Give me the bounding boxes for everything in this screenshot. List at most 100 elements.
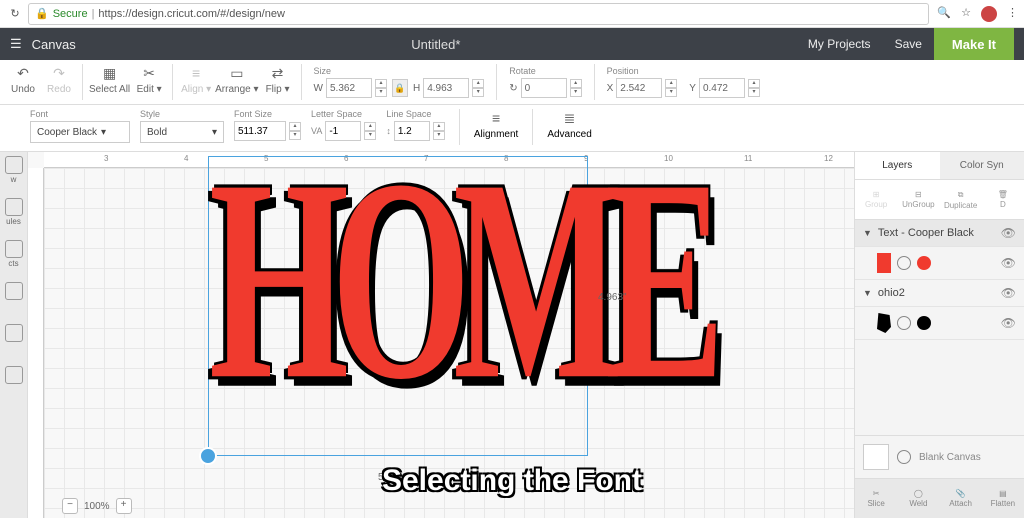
weld-button[interactable]: ◯Weld: [897, 479, 939, 518]
rotate-spinner[interactable]: ▴▾: [570, 79, 582, 97]
tab-layers[interactable]: Layers: [855, 152, 940, 179]
group-icon: ⊞: [873, 190, 880, 199]
main-toolbar: ↶Undo ↷Redo ▦Select All ✂Edit ▾ ≡Align ▾…: [0, 60, 1024, 105]
collapse-icon[interactable]: ▼: [863, 228, 872, 238]
align-icon: ≡: [187, 64, 205, 82]
font-size-input[interactable]: 511.37: [234, 121, 286, 141]
blank-canvas-row[interactable]: Blank Canvas: [855, 435, 1024, 478]
ruler-vertical: [28, 168, 44, 518]
layer-item-ohio[interactable]: ▼ ohio2 👁: [855, 280, 1024, 307]
profile-avatar[interactable]: [981, 6, 997, 22]
blank-canvas-swatch[interactable]: [863, 444, 889, 470]
reload-icon[interactable]: ↻: [6, 5, 24, 23]
design-text[interactable]: HOME: [209, 157, 587, 402]
height-input[interactable]: 4.963: [423, 78, 469, 98]
select-all-icon: ▦: [101, 64, 119, 82]
flatten-button[interactable]: ▤Flatten: [982, 479, 1024, 518]
width-spinner[interactable]: ▴▾: [375, 79, 387, 97]
layer-swatch: [877, 253, 891, 273]
left-tool-4[interactable]: [3, 282, 25, 312]
slice-button[interactable]: ✂Slice: [855, 479, 897, 518]
attach-button[interactable]: 📎Attach: [940, 479, 982, 518]
height-spinner[interactable]: ▴▾: [472, 79, 484, 97]
menu-icon[interactable]: ⋮: [1007, 6, 1018, 22]
size-group: Size W 5.362 ▴▾ 🔒 H 4.963 ▴▾: [308, 64, 491, 100]
left-tool-2[interactable]: ules: [3, 198, 25, 228]
layer-child-ohio[interactable]: 👁: [855, 307, 1024, 340]
attach-icon: 📎: [956, 489, 966, 498]
line-space-spinner[interactable]: ▴▾: [433, 122, 445, 140]
slice-icon: ✂: [873, 489, 880, 498]
make-it-button[interactable]: Make It: [934, 28, 1014, 60]
edit-button[interactable]: ✂Edit ▾: [132, 64, 166, 95]
visibility-icon[interactable]: 👁: [1001, 226, 1016, 240]
left-tool-3[interactable]: cts: [3, 240, 25, 270]
x-input[interactable]: 2.542: [616, 78, 662, 98]
letter-space-input[interactable]: -1: [325, 121, 361, 141]
delete-button[interactable]: 🗑D: [982, 180, 1024, 219]
style-dropdown[interactable]: Bold▾: [140, 121, 224, 143]
flatten-icon: ▤: [999, 489, 1007, 498]
layer-swatch: [877, 313, 891, 333]
width-input[interactable]: 5.362: [326, 78, 372, 98]
my-projects-button[interactable]: My Projects: [796, 31, 883, 57]
color-dot[interactable]: [917, 316, 931, 330]
collapse-icon[interactable]: ▼: [863, 288, 872, 298]
color-dot[interactable]: [917, 256, 931, 270]
lock-aspect-icon[interactable]: 🔒: [392, 79, 408, 97]
ungroup-button[interactable]: ⊟UnGroup: [897, 180, 939, 219]
star-icon[interactable]: ☆: [961, 6, 971, 22]
visibility-icon[interactable]: 👁: [1001, 316, 1016, 330]
document-title: Untitled*: [76, 37, 796, 52]
hamburger-icon[interactable]: ☰: [10, 36, 22, 52]
left-tool-1[interactable]: w: [3, 156, 25, 186]
tab-color-sync[interactable]: Color Syn: [940, 152, 1024, 179]
arrange-icon: ▭: [228, 64, 246, 82]
height-dimension: 4.963": [598, 292, 627, 303]
letter-space-spinner[interactable]: ▴▾: [364, 122, 376, 140]
blank-canvas-icon: [897, 450, 911, 464]
font-size-spinner[interactable]: ▴▾: [289, 122, 301, 140]
linetype-icon[interactable]: [897, 316, 911, 330]
y-input[interactable]: 0.472: [699, 78, 745, 98]
visibility-icon[interactable]: 👁: [1001, 286, 1016, 300]
browser-address-bar: ↻ 🔒 Secure | https://design.cricut.com/#…: [0, 0, 1024, 28]
left-tool-5[interactable]: [3, 324, 25, 354]
position-group: Position X 2.542 ▴▾ Y 0.472 ▴▾: [601, 64, 766, 100]
y-spinner[interactable]: ▴▾: [748, 79, 760, 97]
selected-text-object[interactable]: HOME: [208, 156, 588, 456]
redo-button: ↷Redo: [42, 64, 76, 95]
duplicate-button[interactable]: ⧉Duplicate: [940, 180, 982, 219]
left-tool-6[interactable]: [3, 366, 25, 396]
arrange-button[interactable]: ▭Arrange ▾: [215, 64, 258, 95]
linetype-icon[interactable]: [897, 256, 911, 270]
flip-button[interactable]: ⇄Flip ▾: [261, 64, 295, 95]
visibility-icon[interactable]: 👁: [1001, 256, 1016, 270]
x-spinner[interactable]: ▴▾: [665, 79, 677, 97]
search-icon[interactable]: 🔍: [937, 6, 951, 22]
rotate-handle[interactable]: [199, 447, 217, 465]
rotate-group: Rotate ↻ 0 ▴▾: [503, 64, 587, 100]
undo-icon: ↶: [14, 64, 32, 82]
rotate-input[interactable]: 0: [521, 78, 567, 98]
redo-icon: ↷: [50, 64, 68, 82]
canvas-label: Canvas: [32, 37, 76, 52]
align-button[interactable]: ≡Align ▾: [179, 64, 213, 95]
group-button: ⊞Group: [855, 180, 897, 219]
duplicate-icon: ⧉: [958, 190, 964, 200]
save-button[interactable]: Save: [883, 31, 934, 57]
advanced-button[interactable]: ≣Advanced: [547, 109, 591, 140]
alignment-icon: ≡: [487, 109, 505, 127]
layer-child-text[interactable]: 👁: [855, 247, 1024, 280]
font-dropdown[interactable]: Cooper Black▾: [30, 121, 130, 143]
layer-item-text[interactable]: ▼ Text - Cooper Black 👁: [855, 220, 1024, 247]
select-all-button[interactable]: ▦Select All: [89, 64, 130, 95]
url-field[interactable]: 🔒 Secure | https://design.cricut.com/#/d…: [28, 3, 929, 25]
undo-button[interactable]: ↶Undo: [6, 64, 40, 95]
line-space-input[interactable]: 1.2: [394, 121, 430, 141]
alignment-button[interactable]: ≡Alignment: [474, 109, 518, 140]
ungroup-icon: ⊟: [915, 190, 922, 199]
weld-icon: ◯: [914, 489, 923, 498]
font-toolbar: Font Cooper Black▾ Style Bold▾ Font Size…: [0, 105, 1024, 152]
rotate-icon: ↻: [509, 83, 517, 94]
